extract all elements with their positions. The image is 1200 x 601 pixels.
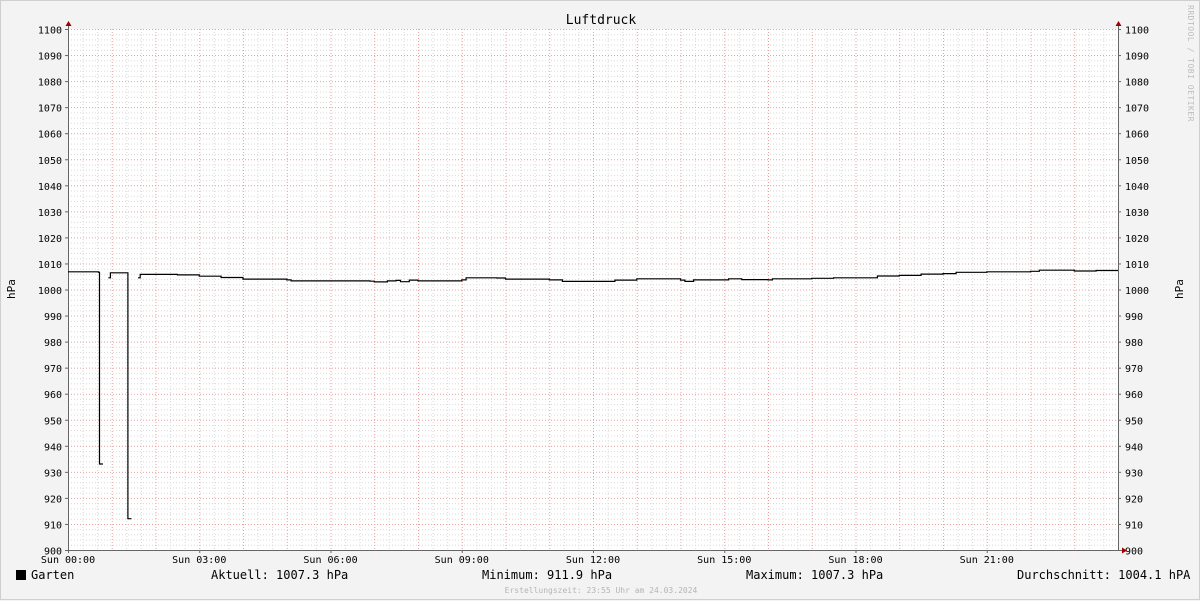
y-tick-label-right: 1000 [1125, 286, 1149, 297]
x-tick-label: Sun 18:00 [828, 555, 882, 566]
chart-title: Luftdruck [566, 13, 637, 28]
y-axis-label-left: hPa [5, 279, 18, 299]
x-tick-label: Sun 09:00 [435, 555, 489, 566]
y-tick-label-left: 960 [44, 390, 62, 401]
legend-item-garten: Garten [16, 568, 74, 582]
x-tick-label: Sun 00:00 [41, 555, 95, 566]
y-tick-label-right: 910 [1125, 520, 1143, 531]
x-tick-label: Sun 03:00 [172, 555, 226, 566]
creation-time-footer: Erstellungszeit: 23:55 Uhr am 24.03.2024 [504, 586, 698, 595]
graph-frame: Luftdruck hPa hPa 900 900 910 910 920 920 930 9… [0, 0, 1200, 600]
y-tick-label-left: 1030 [38, 208, 62, 219]
y-tick-label-right: 1080 [1125, 78, 1149, 89]
y-tick-label-right: 1020 [1125, 234, 1149, 245]
legend-current: Aktuell: 1007.3 hPa [211, 568, 349, 582]
chart: Luftdruck hPa hPa 900 900910 910920 920930 9… [5, 13, 1186, 566]
y-tick-label-left: 1000 [38, 286, 62, 297]
y-tick-label-right: 930 [1125, 468, 1143, 479]
y-tick-label-left: 1070 [38, 104, 62, 115]
y-tick-label-right: 1040 [1125, 182, 1149, 193]
y-tick-label-left: 1060 [38, 130, 62, 141]
y-tick-label-left: 920 [44, 494, 62, 505]
x-tick-label: Sun 12:00 [566, 555, 620, 566]
x-tick-label: Sun 21:00 [960, 555, 1014, 566]
y-tick-label-left: 1040 [38, 182, 62, 193]
y-tick-label-left: 910 [44, 520, 62, 531]
y-tick-label-left: 950 [44, 416, 62, 427]
y-tick-label-right: 960 [1125, 390, 1143, 401]
y-tick-label-right: 1030 [1125, 208, 1149, 219]
y-tick-label-right: 1090 [1125, 52, 1149, 63]
y-tick-label-right: 990 [1125, 312, 1143, 323]
y-tick-label-right: 1060 [1125, 130, 1149, 141]
y-axis-arrow-right [1115, 21, 1122, 26]
y-tick-label-left: 980 [44, 338, 62, 349]
y-axis-arrow-left [65, 21, 72, 26]
legend-swatch [16, 570, 26, 580]
y-tick-label-right: 920 [1125, 494, 1143, 505]
y-tick-label-right: 1050 [1125, 156, 1149, 167]
y-tick-label-left: 990 [44, 312, 62, 323]
x-tick-label: Sun 06:00 [303, 555, 357, 566]
y-tick-label-right: 900 [1125, 547, 1143, 558]
rrdtool-watermark: RRDTOOL / TOBI OETIKER [1186, 5, 1195, 122]
y-tick-label-left: 930 [44, 468, 62, 479]
y-tick-label-right: 1100 [1125, 26, 1149, 37]
y-tick-label-left: 1090 [38, 52, 62, 63]
y-tick-label-left: 1010 [38, 260, 62, 271]
legend-series-name: Garten [31, 568, 75, 582]
y-tick-label-left: 1100 [38, 26, 62, 37]
legend-average: Durchschnitt: 1004.1 hPA [1017, 568, 1191, 582]
y-tick-label-left: 940 [44, 442, 62, 453]
legend-maximum: Maximum: 1007.3 hPa [746, 568, 884, 582]
y-tick-label-right: 970 [1125, 364, 1143, 375]
y-tick-label-right: 1010 [1125, 260, 1149, 271]
y-tick-label-right: 940 [1125, 442, 1143, 453]
y-tick-label-left: 970 [44, 364, 62, 375]
y-tick-label-right: 950 [1125, 416, 1143, 427]
y-tick-label-left: 1020 [38, 234, 62, 245]
y-tick-label-left: 1080 [38, 78, 62, 89]
legend-minimum: Minimum: 911.9 hPa [482, 568, 613, 582]
y-axis-label-right: hPa [1173, 279, 1186, 299]
y-tick-label-right: 980 [1125, 338, 1143, 349]
y-tick-label-left: 1050 [38, 156, 62, 167]
plot-area: 900 900910 910920 920930 930940 940950 950960 9… [38, 21, 1149, 566]
y-tick-label-right: 1070 [1125, 104, 1149, 115]
x-tick-label: Sun 15:00 [697, 555, 751, 566]
